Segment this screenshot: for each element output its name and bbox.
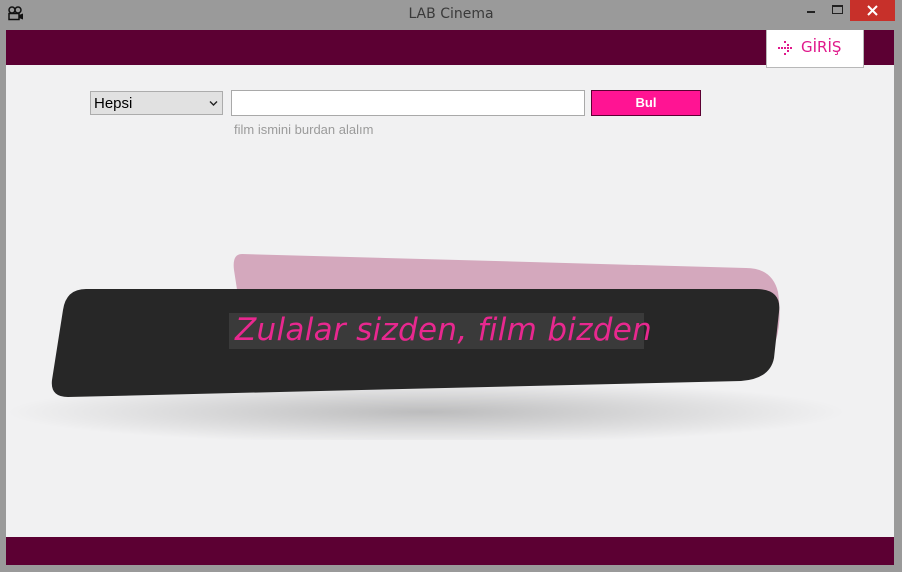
footer-bar <box>6 537 894 565</box>
sign-in-arrow-icon <box>778 41 792 55</box>
banner-slogan: Zulalar sizden, film bizden <box>235 312 653 348</box>
search-hint: film ismini burdan alalım <box>234 122 374 137</box>
title-bar: LAB Cinema <box>0 0 902 30</box>
maximize-button[interactable] <box>824 0 850 21</box>
chevron-down-icon <box>209 101 218 106</box>
close-button[interactable] <box>850 0 895 21</box>
category-selected-value: Hepsi <box>94 95 133 112</box>
close-icon <box>867 5 878 16</box>
category-select[interactable]: Hepsi <box>90 91 223 115</box>
search-button[interactable]: Bul <box>591 90 701 116</box>
search-input[interactable] <box>231 90 585 116</box>
login-label: GİRİŞ <box>801 38 842 56</box>
minimize-button[interactable] <box>797 0 824 21</box>
main-window: GİRİŞ Hepsi film ismini burdan alalım Bu… <box>6 30 894 565</box>
window-title: LAB Cinema <box>408 6 494 22</box>
login-button[interactable]: GİRİŞ <box>766 30 864 68</box>
header-bar <box>6 30 894 65</box>
